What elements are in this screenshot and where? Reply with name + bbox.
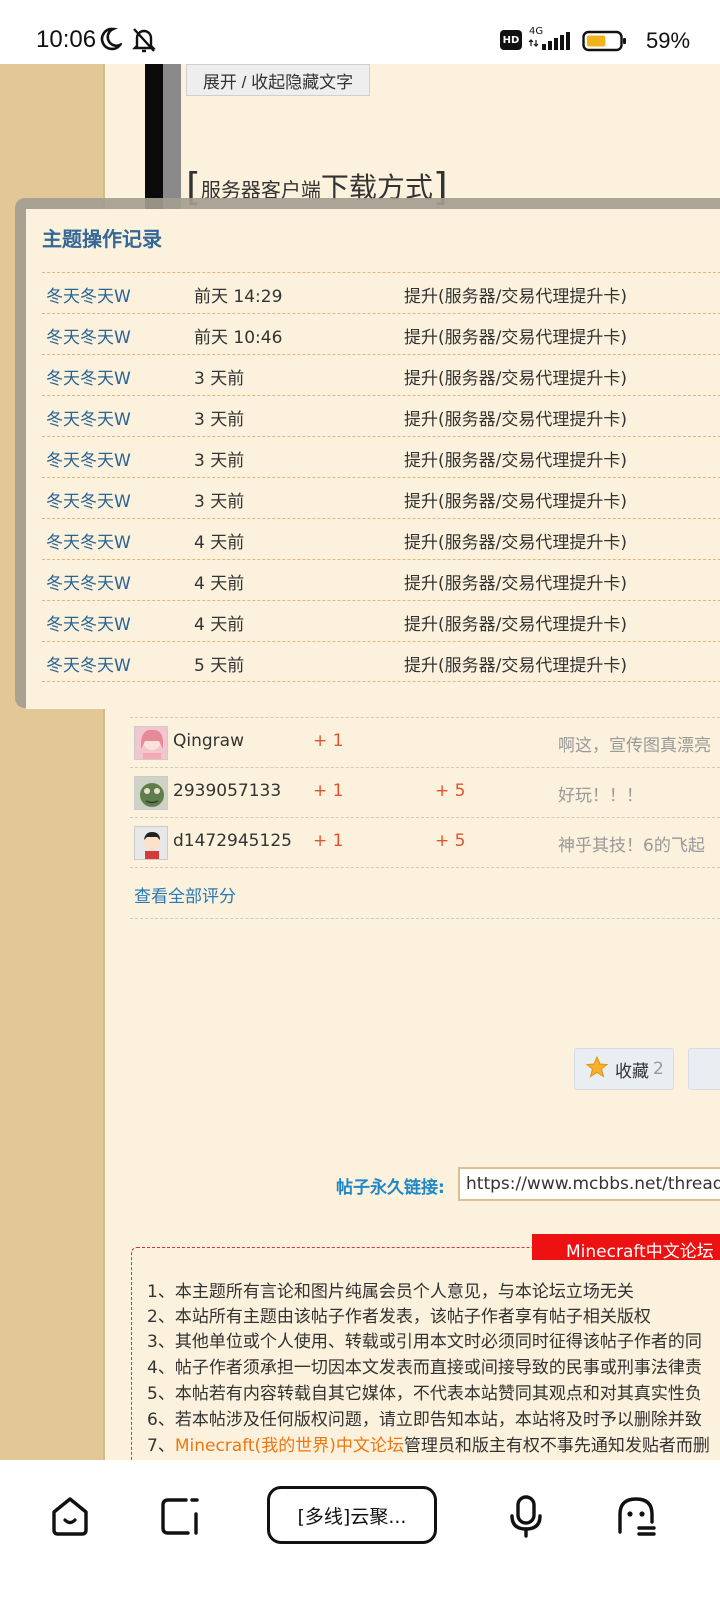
like-button[interactable] (688, 1048, 720, 1090)
log-time: 3 天前 (194, 451, 245, 471)
log-user[interactable]: 冬天冬天W (46, 405, 131, 430)
topic-log-modal: 主题操作记录 冬天冬天W 前天 14:29 提升(服务器/交易代理提升卡) 冬天冬天W… (26, 209, 720, 709)
log-table: 冬天冬天W 前天 14:29 提升(服务器/交易代理提升卡) 冬天冬天W 前天 10:4… (42, 272, 720, 682)
disclaimer-line-7-suffix: 管理员和版主有权不事先通知发贴者而删 (403, 1436, 710, 1456)
rating-score: + 1 (313, 831, 344, 851)
disclaimer-line: 6、若本帖涉及任何版权问题，请立即告知本站，本站将及时予以删除并致 (147, 1410, 702, 1430)
battery-percent: 59% (646, 28, 691, 53)
moon-icon (98, 26, 125, 56)
embedded-media-black (145, 64, 163, 209)
rating-comment: 好玩！！！ (558, 786, 643, 806)
embedded-media-gray (163, 64, 181, 209)
log-time: 4 天前 (194, 533, 245, 553)
rating-score: + 1 (313, 781, 344, 801)
log-action: 提升(服务器/交易代理提升卡) (404, 492, 627, 512)
disclaimer-banner: Minecraft中文论坛 (532, 1234, 720, 1262)
status-time: 10:06 (36, 26, 97, 53)
disclaimer-line: 1、本主题所有言论和图片纯属会员个人意见，与本论坛立场无关 (147, 1282, 634, 1302)
log-time: 4 天前 (194, 615, 245, 635)
log-action: 提升(服务器/交易代理提升卡) (404, 615, 627, 635)
log-row: 冬天冬天W 4 天前 提升(服务器/交易代理提升卡) (42, 518, 720, 559)
current-tab-pill[interactable]: [多线]云聚... (267, 1486, 437, 1544)
log-user[interactable]: 冬天冬天W (46, 323, 131, 348)
log-time: 4 天前 (194, 574, 245, 594)
log-user[interactable]: 冬天冬天W (46, 446, 131, 471)
rating-row: 2939057133 + 1 + 5 好玩！！！ (130, 768, 720, 818)
log-time: 3 天前 (194, 369, 245, 389)
log-user[interactable]: 冬天冬天W (46, 651, 131, 676)
rating-row: Qingraw + 1 啊这，宣传图真漂亮 (130, 718, 720, 768)
log-user[interactable]: 冬天冬天W (46, 528, 131, 553)
divider (130, 918, 720, 919)
log-action: 提升(服务器/交易代理提升卡) (404, 369, 627, 389)
disclaimer-line-7-prefix: 7、 (147, 1436, 175, 1456)
log-time: 前天 10:46 (194, 328, 283, 348)
rating-score: + 1 (313, 731, 344, 751)
log-row: 冬天冬天W 3 天前 提升(服务器/交易代理提升卡) (42, 354, 720, 395)
log-row: 冬天冬天W 3 天前 提升(服务器/交易代理提升卡) (42, 395, 720, 436)
log-row: 冬天冬天W 4 天前 提升(服务器/交易代理提升卡) (42, 559, 720, 600)
log-user[interactable]: 冬天冬天W (46, 364, 131, 389)
rater-name[interactable]: Qingraw (173, 731, 244, 751)
rater-name[interactable]: d1472945125 (173, 831, 292, 851)
rating-row: d1472945125 + 1 + 5 神乎其技！6的飞起 (130, 818, 720, 868)
permalink-label: 帖子永久链接: (336, 1178, 445, 1198)
log-user[interactable]: 冬天冬天W (46, 487, 131, 512)
favorite-count: 2 (653, 1059, 664, 1079)
log-row: 冬天冬天W 3 天前 提升(服务器/交易代理提升卡) (42, 477, 720, 518)
microphone-icon[interactable] (502, 1492, 550, 1540)
log-action: 提升(服务器/交易代理提升卡) (404, 656, 627, 676)
status-bar: 10:06 HD 4G 59% (0, 0, 720, 64)
log-user[interactable]: 冬天冬天W (46, 610, 131, 635)
disclaimer-line: 2、本站所有主题由该帖子作者发表，该帖子作者享有帖子相关版权 (147, 1307, 651, 1327)
log-action: 提升(服务器/交易代理提升卡) (404, 451, 627, 471)
log-action: 提升(服务器/交易代理提升卡) (404, 410, 627, 430)
battery-icon (582, 30, 628, 56)
log-row: 冬天冬天W 前天 14:29 提升(服务器/交易代理提升卡) (42, 272, 720, 313)
tabs-icon[interactable] (156, 1492, 204, 1540)
avatar[interactable] (134, 826, 168, 860)
rating-comment: 神乎其技！6的飞起 (558, 836, 705, 856)
modal-title: 主题操作记录 (42, 227, 162, 251)
log-time: 前天 14:29 (194, 287, 283, 307)
log-time: 3 天前 (194, 492, 245, 512)
log-action: 提升(服务器/交易代理提升卡) (404, 287, 627, 307)
disclaimer-line: 3、其他单位或个人使用、转载或引用本文时必须同时征得该帖子作者的同 (147, 1332, 702, 1352)
signal-icon (528, 30, 574, 56)
favorite-button[interactable]: 收藏 2 (574, 1048, 674, 1090)
favorite-label: 收藏 (615, 1061, 649, 1082)
disclaimer-line: 4、帖子作者须承担一切因本文发表而直接或间接导致的民事或刑事法律责 (147, 1358, 702, 1378)
log-row: 冬天冬天W 前天 10:46 提升(服务器/交易代理提升卡) (42, 313, 720, 354)
avatar[interactable] (134, 776, 168, 810)
rating-score-extra: + 5 (435, 781, 466, 801)
disclaimer-line-7: 7、Minecraft(我的世界)中文论坛管理员和版主有权不事先通知发贴者而删 (147, 1431, 710, 1456)
log-row: 冬天冬天W 3 天前 提升(服务器/交易代理提升卡) (42, 436, 720, 477)
bell-off-icon (131, 26, 157, 58)
star-icon (585, 1055, 609, 1084)
disclaimer-line: 5、本帖若有内容转载自其它媒体，不代表本站赞同其观点和对其真实性负 (147, 1384, 702, 1404)
rater-name[interactable]: 2939057133 (173, 781, 281, 801)
permalink-field[interactable]: https://www.mcbbs.net/thread- (458, 1167, 720, 1201)
log-time: 3 天前 (194, 410, 245, 430)
forum-link[interactable]: Minecraft(我的世界)中文论坛 (175, 1436, 404, 1456)
assistant-icon[interactable] (612, 1492, 660, 1540)
log-action: 提升(服务器/交易代理提升卡) (404, 328, 627, 348)
rating-comment: 啊这，宣传图真漂亮 (558, 736, 711, 756)
log-row: 冬天冬天W 5 天前 提升(服务器/交易代理提升卡) (42, 641, 720, 682)
log-user[interactable]: 冬天冬天W (46, 569, 131, 594)
home-icon[interactable] (46, 1492, 94, 1540)
log-time: 5 天前 (194, 656, 245, 676)
toggle-hidden-text-button[interactable]: 展开 / 收起隐藏文字 (186, 64, 370, 96)
avatar[interactable] (134, 726, 168, 760)
log-user[interactable]: 冬天冬天W (46, 282, 131, 307)
log-action: 提升(服务器/交易代理提升卡) (404, 574, 627, 594)
hd-badge: HD (500, 30, 522, 50)
log-row: 冬天冬天W 4 天前 提升(服务器/交易代理提升卡) (42, 600, 720, 641)
rating-score-extra: + 5 (435, 831, 466, 851)
view-all-ratings-link[interactable]: 查看全部评分 (134, 882, 236, 907)
log-action: 提升(服务器/交易代理提升卡) (404, 533, 627, 553)
